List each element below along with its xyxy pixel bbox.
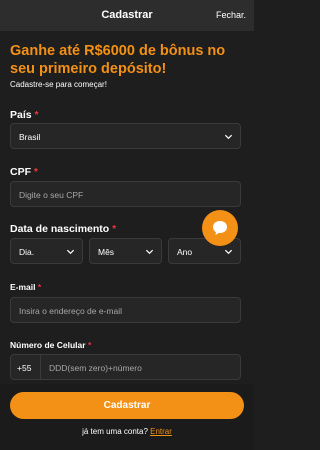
cpf-placeholder: Digite o seu CPF [19, 190, 84, 200]
login-prompt-text: já tem uma conta? [82, 427, 148, 436]
chevron-down-icon [66, 249, 75, 255]
birth-day-value: Dia. [19, 247, 35, 257]
email-label: E-mail * [10, 282, 41, 292]
country-label: País * [10, 109, 39, 121]
chevron-down-icon [224, 249, 233, 255]
phone-prefix-text: +55 [17, 363, 32, 373]
cpf-input[interactable]: Digite o seu CPF [10, 181, 241, 207]
phone-placeholder: DDD(sem zero)+número [49, 363, 142, 373]
phone-input[interactable]: +55 DDD(sem zero)+número [10, 354, 241, 380]
birth-month-select[interactable]: Mês [89, 238, 162, 264]
cpf-label-text: CPF [10, 166, 31, 178]
close-button[interactable]: Fechar. [216, 10, 246, 20]
country-value: Brasil [19, 132, 41, 142]
chevron-down-icon [224, 134, 233, 140]
birth-month-value: Mês [98, 247, 115, 257]
login-link[interactable]: Entrar [150, 427, 172, 436]
phone-label: Número de Celular * [10, 340, 91, 350]
promo-subline: Cadastre-se para começar! [10, 80, 107, 89]
country-select[interactable]: Brasil [10, 123, 241, 149]
required-mark: * [34, 109, 39, 121]
birthdate-label-text: Data de nascimento [10, 223, 110, 235]
email-placeholder: Insira o endereço de e-mail [19, 306, 123, 316]
chat-button[interactable] [202, 210, 238, 246]
email-input[interactable]: Insira o endereço de e-mail [10, 297, 241, 323]
country-label-text: País [10, 109, 32, 121]
chevron-down-icon [145, 249, 154, 255]
phone-country-code: +55 [11, 355, 41, 379]
phone-label-text: Número de Celular [10, 340, 86, 350]
promo-headline: Ganhe até R$6000 de bônus no seu primeir… [10, 43, 226, 77]
required-mark: * [33, 166, 39, 178]
required-mark: * [37, 282, 42, 292]
birth-year-value: Ano [177, 247, 193, 257]
header-bar: Cadastrar Fechar. [0, 0, 254, 31]
birth-day-select[interactable]: Dia. [10, 238, 83, 264]
email-label-text: E-mail [10, 282, 36, 292]
chat-bubble-icon [213, 221, 227, 235]
cpf-label: CPF * [10, 166, 38, 178]
login-prompt: já tem uma conta? Entrar [0, 427, 254, 436]
birthdate-label: Data de nascimento * [10, 223, 116, 235]
submit-button[interactable]: Cadastrar [10, 392, 244, 419]
required-mark: * [112, 223, 117, 235]
required-mark: * [87, 340, 92, 350]
